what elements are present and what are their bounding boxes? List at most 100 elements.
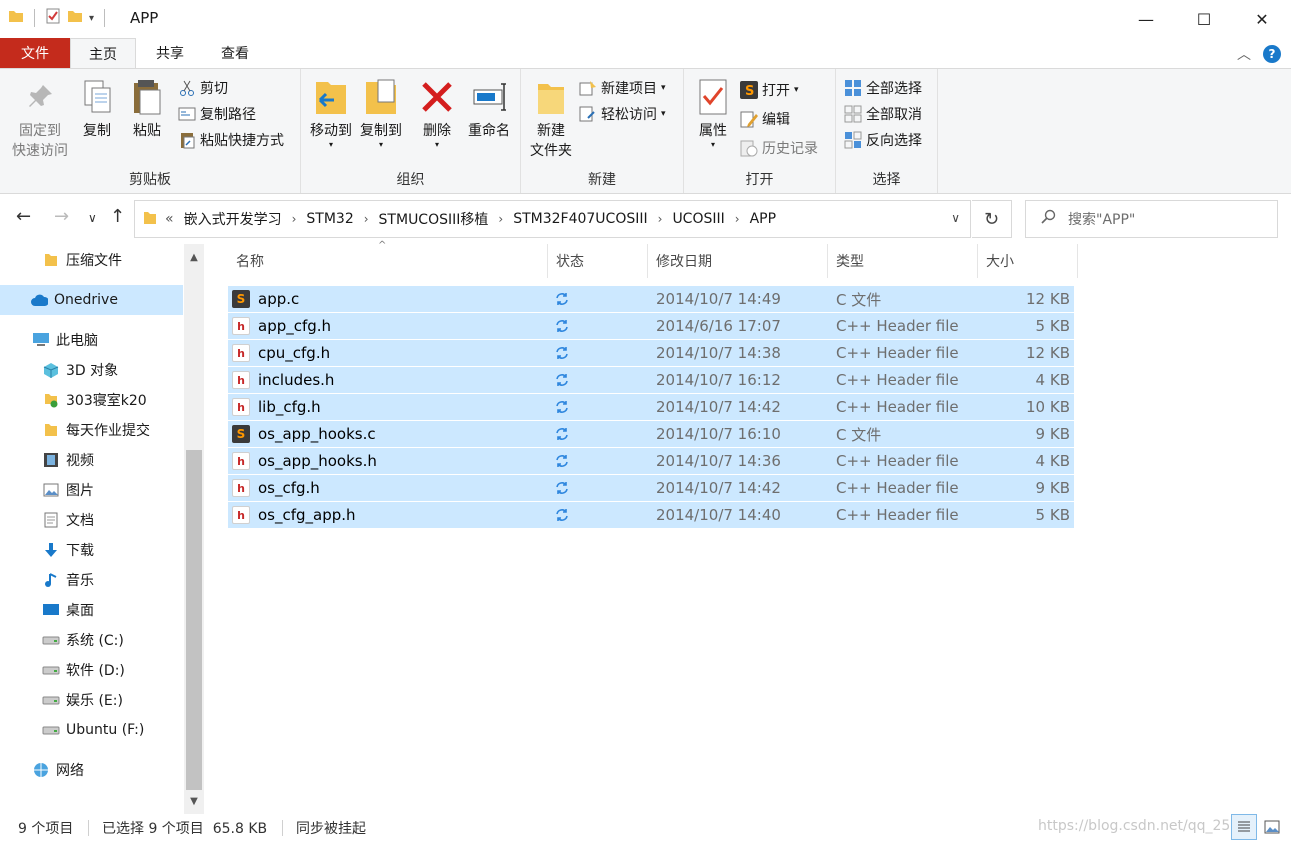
sidebar-item-this-pc[interactable]: 此电脑 [0, 325, 183, 355]
cut-button[interactable]: 剪切 [178, 77, 228, 99]
column-header-modified[interactable]: 修改日期 [648, 244, 828, 278]
file-row[interactable]: h os_cfg_app.h 2014/10/7 14:40 C++ Header f… [228, 502, 1074, 529]
music-icon [42, 571, 60, 589]
large-icons-view-button[interactable] [1259, 814, 1285, 840]
search-input[interactable]: 搜索"APP" [1025, 200, 1278, 238]
breadcrumb-item[interactable]: UCOSIII [672, 211, 724, 227]
scroll-down-icon[interactable]: ▼ [184, 792, 204, 810]
details-view-button[interactable] [1231, 814, 1257, 840]
sidebar-item-drive-f[interactable]: Ubuntu (F:) [0, 715, 183, 745]
sidebar-item-onedrive[interactable]: Onedrive [0, 285, 183, 315]
breadcrumb-chevron-icon[interactable]: › [658, 212, 663, 226]
sidebar-item-network[interactable]: 网络 [0, 755, 183, 785]
select-all-button[interactable]: 全部选择 [844, 77, 922, 99]
breadcrumb-chevron-icon[interactable]: › [498, 212, 503, 226]
breadcrumb-item[interactable]: 嵌入式开发学习 [184, 209, 282, 229]
collapse-ribbon-icon[interactable]: ︿ [1237, 44, 1251, 64]
qat-dropdown-icon[interactable]: ▾ [89, 13, 94, 24]
tab-view[interactable]: 查看 [204, 38, 266, 68]
new-folder-button[interactable]: 新建 文件夹 [525, 77, 577, 161]
close-button[interactable]: ✕ [1233, 0, 1291, 38]
column-header-size[interactable]: 大小 [978, 244, 1078, 278]
file-row[interactable]: h includes.h 2014/10/7 16:12 C++ Header fil… [228, 367, 1074, 394]
sidebar-item-homework[interactable]: 每天作业提交 [0, 415, 183, 445]
new-folder-icon[interactable] [67, 8, 83, 28]
invert-selection-button[interactable]: 反向选择 [844, 129, 922, 151]
sidebar-item-desktop[interactable]: 桌面 [0, 595, 183, 625]
file-name-cell: h os_app_hooks.h [232, 448, 377, 474]
column-header-name[interactable]: 名称 ^ [228, 240, 548, 278]
sidebar-item-drive-c[interactable]: 系统 (C:) [0, 625, 183, 655]
file-modified-date: 2014/6/16 17:07 [656, 317, 781, 335]
breadcrumb-chevron-icon[interactable]: › [735, 212, 740, 226]
properties-button[interactable]: 属性 ▾ [692, 77, 734, 149]
sidebar-item-compressed[interactable]: 压缩文件 [0, 245, 183, 275]
breadcrumb-item[interactable]: APP [750, 211, 776, 227]
breadcrumb-item[interactable]: STM32 [306, 211, 353, 227]
tab-file[interactable]: 文件 [0, 38, 70, 68]
open-button[interactable]: S 打开 ▾ [740, 79, 799, 101]
edit-button[interactable]: 编辑 [740, 108, 790, 130]
address-bar[interactable]: « 嵌入式开发学习 › STM32 › STMUCOSIII移植 › STM32… [134, 200, 971, 238]
sidebar-item-drive-d[interactable]: 软件 (D:) [0, 655, 183, 685]
up-arrow-icon[interactable]: ↑ [110, 206, 125, 227]
delete-button[interactable]: 删除 ▾ [417, 77, 457, 149]
sidebar-item-documents[interactable]: 文档 [0, 505, 183, 535]
help-icon[interactable]: ? [1263, 45, 1281, 63]
tab-share[interactable]: 共享 [136, 38, 204, 68]
breadcrumb-overflow[interactable]: « [165, 211, 174, 227]
breadcrumb-chevron-icon[interactable]: › [364, 212, 369, 226]
breadcrumb-chevron-icon[interactable]: › [292, 212, 297, 226]
file-name: os_cfg_app.h [258, 506, 356, 524]
search-icon [1040, 209, 1056, 229]
back-arrow-icon[interactable]: ← [16, 206, 31, 227]
item-count: 9 个项目 [18, 821, 74, 837]
file-row[interactable]: Sos_app_hooks.c 2014/10/7 16:10 C 文件 9 KB [228, 421, 1074, 448]
breadcrumb-item[interactable]: STM32F407UCOSIII [513, 211, 647, 227]
refresh-button[interactable]: ↻ [972, 200, 1012, 238]
history-button[interactable]: 历史记录 [740, 137, 818, 159]
sidebar-item-3d-objects[interactable]: 3D 对象 [0, 355, 183, 385]
easy-access-button[interactable]: 轻松访问 ▾ [579, 103, 666, 125]
column-header-type[interactable]: 类型 [828, 244, 978, 278]
open-group-label: 打开 [745, 172, 774, 188]
new-item-button[interactable]: 新建项目 ▾ [579, 77, 666, 99]
file-row[interactable]: h os_app_hooks.h 2014/10/7 14:36 C++ Header… [228, 448, 1074, 475]
file-row[interactable]: h lib_cfg.h 2014/10/7 14:42 C++ Header file… [228, 394, 1074, 421]
sidebar-scrollbar[interactable]: ▲ ▼ [184, 244, 204, 814]
file-row[interactable]: h app_cfg.h 2014/6/16 17:07 C++ Header file… [228, 313, 1074, 340]
address-dropdown-icon[interactable]: ∨ [951, 211, 960, 225]
forward-arrow-icon[interactable]: → [54, 206, 69, 227]
tab-home[interactable]: 主页 [70, 38, 136, 68]
column-header-status[interactable]: 状态 [548, 244, 648, 278]
properties-icon[interactable] [45, 8, 61, 28]
sidebar-item-music[interactable]: 音乐 [0, 565, 183, 595]
sidebar-item-label: 软件 (D:) [66, 663, 125, 679]
document-icon [42, 511, 60, 529]
rename-button[interactable]: 重命名 [463, 77, 515, 141]
sidebar-item-videos[interactable]: 视频 [0, 445, 183, 475]
copy-to-button[interactable]: 复制到 ▾ [355, 77, 407, 149]
file-row[interactable]: h cpu_cfg.h 2014/10/7 14:38 C++ Header file… [228, 340, 1074, 367]
sidebar-item-303[interactable]: 303寝室k20 [0, 385, 183, 415]
file-row[interactable]: Sapp.c 2014/10/7 14:49 C 文件 12 KB [228, 286, 1074, 313]
scroll-up-icon[interactable]: ▲ [184, 248, 204, 266]
move-to-button[interactable]: 移动到 ▾ [305, 77, 357, 149]
recent-locations-chevron-icon[interactable]: ∨ [88, 211, 97, 225]
paste-button[interactable]: 粘贴 [126, 77, 168, 141]
file-row[interactable]: h os_cfg.h 2014/10/7 14:42 C++ Header file 9… [228, 475, 1074, 502]
copy-button[interactable]: 复制 [76, 77, 118, 141]
minimize-button[interactable]: — [1117, 0, 1175, 38]
paste-shortcut-button[interactable]: 粘贴快捷方式 [178, 129, 284, 151]
breadcrumb-item[interactable]: STMUCOSIII移植 [379, 209, 489, 229]
scroll-thumb[interactable] [186, 450, 202, 790]
maximize-button[interactable]: ☐ [1175, 0, 1233, 38]
file-name: app_cfg.h [258, 317, 332, 335]
copy-path-button[interactable]: 复制路径 [178, 103, 256, 125]
sidebar-item-drive-e[interactable]: 娱乐 (E:) [0, 685, 183, 715]
new-folder-label-1: 新建 [537, 123, 565, 139]
select-none-button[interactable]: 全部取消 [844, 103, 922, 125]
sidebar-item-pictures[interactable]: 图片 [0, 475, 183, 505]
pin-to-quick-access-button[interactable]: 固定到 快速访问 [8, 77, 72, 161]
sidebar-item-downloads[interactable]: 下载 [0, 535, 183, 565]
